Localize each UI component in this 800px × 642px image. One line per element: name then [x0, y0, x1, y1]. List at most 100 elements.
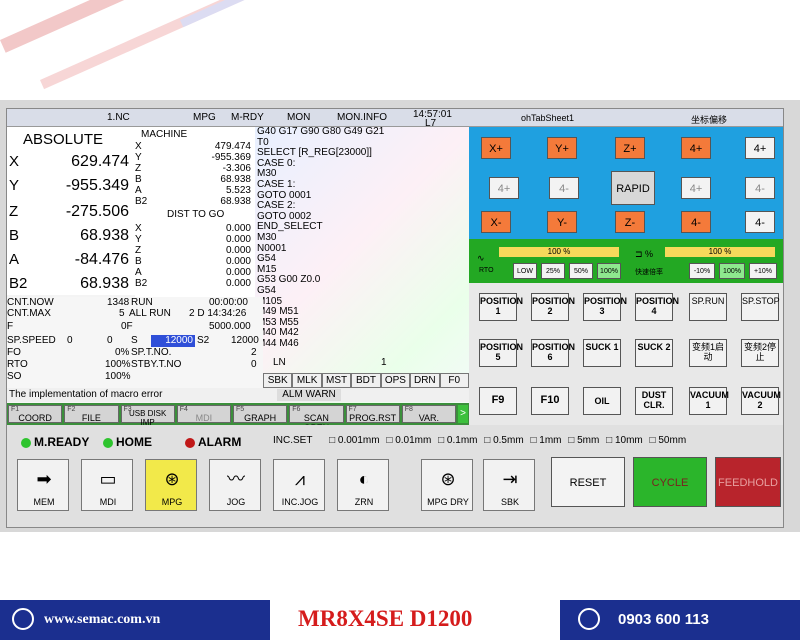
- mpg-dry-button[interactable]: ⊛ MPG DRY: [421, 459, 473, 511]
- position-2-button[interactable]: POSITION 2: [531, 293, 575, 321]
- fkey-file[interactable]: F2 FILE: [64, 405, 119, 423]
- inc-05[interactable]: □ 0.5mm: [484, 435, 523, 446]
- mon-tab[interactable]: MON: [287, 112, 310, 123]
- sptno-label: SP.T.NO.: [131, 347, 172, 358]
- mon-info-tab[interactable]: MON.INFO: [337, 112, 387, 123]
- fkey-prog-rst[interactable]: F7 PROG.RST: [345, 405, 400, 423]
- cnt-now-label: CNT.NOW: [7, 297, 54, 308]
- oil-button[interactable]: OIL: [583, 387, 621, 415]
- handwheel-dry-icon: ⊛: [440, 469, 456, 489]
- mode-mlk[interactable]: MLK: [292, 373, 322, 388]
- mode-mst[interactable]: MST: [321, 373, 352, 388]
- jog-4b-minus[interactable]: 4-: [745, 211, 775, 233]
- f9-button[interactable]: F9: [479, 387, 517, 415]
- fkey-mdi[interactable]: F4 MDI: [176, 405, 231, 423]
- step-icon: ⩘: [294, 469, 306, 489]
- jog-y-plus[interactable]: Y+: [547, 137, 577, 159]
- mode-ops[interactable]: OPS: [380, 373, 411, 388]
- axis-row-y: Y -955.349: [9, 177, 129, 194]
- tab-sheet[interactable]: ohTabSheet1: [521, 113, 574, 123]
- fo-label: FO: [7, 347, 21, 358]
- state-indicator: M-RDY: [231, 112, 264, 123]
- jog-y-minus[interactable]: Y-: [547, 211, 577, 233]
- dist-row: A 0.000: [135, 267, 251, 278]
- jog-z-plus[interactable]: Z+: [615, 137, 645, 159]
- jog-4b-plus[interactable]: 4+: [745, 137, 775, 159]
- rovr-plus10[interactable]: +10%: [749, 263, 777, 279]
- fkey-next-icon[interactable]: >: [458, 405, 468, 423]
- f10-button[interactable]: F10: [531, 387, 569, 415]
- position-4-button[interactable]: POSITION 4: [635, 293, 679, 321]
- inc-01[interactable]: □ 0.1mm: [438, 435, 477, 446]
- jog-x-minus[interactable]: X-: [481, 211, 511, 233]
- inc-001[interactable]: □ 0.01mm: [386, 435, 431, 446]
- ovr-50[interactable]: 50%: [569, 263, 593, 279]
- rapid-override-bar[interactable]: 100 %: [665, 247, 775, 257]
- mode-f0[interactable]: F0: [439, 373, 469, 388]
- sp-stop-button[interactable]: SP.STOP: [741, 293, 780, 321]
- jog-4d-minus[interactable]: 4-: [549, 177, 579, 199]
- rapid-button[interactable]: RAPID: [611, 171, 655, 205]
- ovr-25[interactable]: 25%: [541, 263, 565, 279]
- suck-2-button[interactable]: SUCK 2: [635, 339, 673, 367]
- model-title: MR8X4SE D1200: [298, 606, 473, 631]
- rovr-100[interactable]: 100%: [719, 263, 745, 279]
- jog-z-minus[interactable]: Z-: [615, 211, 645, 233]
- position-1-button[interactable]: POSITION 1: [479, 293, 523, 321]
- inc-5[interactable]: □ 5mm: [568, 435, 599, 446]
- inverter-2-stop-button[interactable]: 变频2停止: [741, 339, 779, 367]
- mode-drn[interactable]: DRN: [410, 373, 440, 388]
- rovr-minus10[interactable]: -10%: [689, 263, 715, 279]
- jog-mode-button[interactable]: 〰 JOG: [209, 459, 261, 511]
- mode-sbk[interactable]: SBK: [263, 373, 293, 388]
- f-set: 5000.000: [209, 321, 251, 332]
- inc-50[interactable]: □ 50mm: [650, 435, 687, 446]
- ready-led: M.READY: [21, 435, 89, 449]
- machine-row: B 68.938: [135, 174, 251, 185]
- vacuum-2-button[interactable]: VACUUM 2: [741, 387, 781, 415]
- sbk-button[interactable]: ⇥ SBK: [483, 459, 535, 511]
- jog-4-minus[interactable]: 4-: [681, 211, 711, 233]
- fkey-var[interactable]: F8 VAR.: [401, 405, 456, 423]
- ovr-100[interactable]: 100%: [597, 263, 621, 279]
- jog-x-plus[interactable]: X+: [481, 137, 511, 159]
- sp-run-button[interactable]: SP.RUN: [689, 293, 727, 321]
- fkey-graph[interactable]: F5 GRAPH: [233, 405, 288, 423]
- run-value: 00:00:00: [209, 297, 248, 308]
- jog-4e-plus[interactable]: 4+: [681, 177, 711, 199]
- mem-mode-button[interactable]: ➡ MEM: [17, 459, 69, 511]
- cycle-start-button[interactable]: CYCLE START: [633, 457, 707, 507]
- dust-clear-button[interactable]: DUST CLR.: [635, 387, 673, 415]
- position-6-button[interactable]: POSITION 6: [531, 339, 575, 367]
- zrn-mode-button[interactable]: ◐ ZRN: [337, 459, 389, 511]
- suck-1-button[interactable]: SUCK 1: [583, 339, 621, 367]
- ovr-low[interactable]: LOW: [513, 263, 537, 279]
- jog-4c-plus[interactable]: 4+: [489, 177, 519, 199]
- fkey-usb[interactable]: F3 USB DISK IMP: [120, 405, 175, 427]
- fkey-scan-open[interactable]: F6SCAN OPEN: [289, 405, 344, 433]
- position-3-button[interactable]: POSITION 3: [583, 293, 627, 321]
- position-5-button[interactable]: POSITION 5: [479, 339, 523, 367]
- mpg-mode-button[interactable]: ⊛ MPG: [145, 459, 197, 511]
- spindle-speed-input[interactable]: 12000: [151, 335, 195, 347]
- mode-bdt[interactable]: BDT: [351, 373, 381, 388]
- jog-4-plus[interactable]: 4+: [681, 137, 711, 159]
- website[interactable]: www.semac.com.vn: [0, 600, 270, 640]
- jog-4f-minus[interactable]: 4-: [745, 177, 775, 199]
- vacuum-1-button[interactable]: VACUUM 1: [689, 387, 729, 415]
- inc-1[interactable]: □ 1mm: [530, 435, 561, 446]
- inc-10[interactable]: □ 10mm: [606, 435, 643, 446]
- feed-override-bar[interactable]: 100 %: [499, 247, 619, 257]
- inc-jog-mode-button[interactable]: ⩘ INC.JOG: [273, 459, 325, 511]
- s-label: S: [131, 335, 138, 346]
- mdi-icon: ▭: [99, 469, 117, 489]
- fkey-coord[interactable]: F1 COORD: [8, 405, 63, 423]
- mdi-mode-button[interactable]: ▭ MDI: [81, 459, 133, 511]
- rto-value: 100%: [105, 359, 131, 370]
- reset-button[interactable]: RESET: [551, 457, 625, 507]
- inc-0001[interactable]: □ 0.001mm: [329, 435, 380, 446]
- feedhold-button[interactable]: FEEDHOLD: [715, 457, 781, 507]
- inverter-1-start-button[interactable]: 变频1启动: [689, 339, 727, 367]
- feed-override-icon: ∿: [477, 253, 485, 263]
- coord-offset-tab[interactable]: 坐标偏移: [691, 113, 727, 126]
